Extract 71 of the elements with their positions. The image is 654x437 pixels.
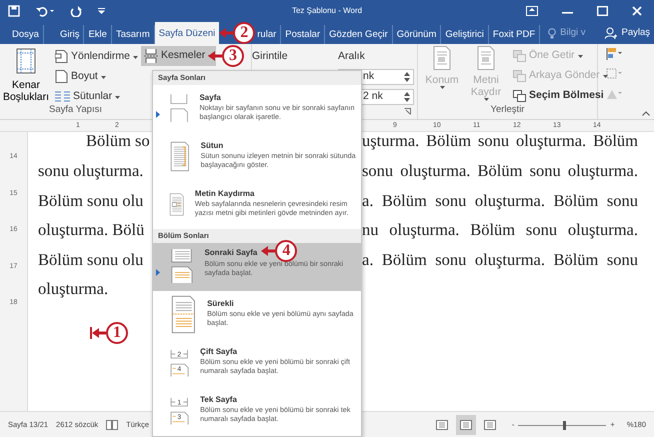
- window-title: Tez Şablonu - Word: [292, 5, 362, 17]
- spacing-label: Aralık: [338, 49, 366, 64]
- layer-icon: [513, 70, 526, 82]
- spin-arrows-icon[interactable]: [404, 72, 410, 82]
- breaks-button[interactable]: Kesmeler: [140, 46, 216, 66]
- callout-number: 4: [275, 240, 298, 262]
- spin-arrows-icon[interactable]: [404, 92, 410, 102]
- layer-icon: [513, 90, 526, 102]
- caret-icon: [100, 76, 106, 78]
- menu-item-title: Tek Sayfa: [200, 395, 237, 405]
- menu-item-title: Çift Sayfa: [200, 347, 238, 357]
- customize-icon[interactable]: [98, 8, 105, 14]
- breaks-icon: [144, 49, 158, 63]
- lightbulb-icon: [548, 28, 556, 39]
- page-icon: [55, 70, 68, 84]
- caret-icon: [115, 96, 120, 98]
- document-text: nu oluşturma. Bölüm sonu oluşturma.: [362, 219, 638, 241]
- menu-item-title: Sonraki Sayfa: [204, 248, 258, 258]
- share-button[interactable]: Paylaş: [621, 26, 650, 40]
- pointer-arrow: [92, 328, 106, 338]
- redo-icon[interactable]: [70, 5, 82, 17]
- align-icon[interactable]: [606, 48, 622, 60]
- collapse-icon[interactable]: [642, 111, 650, 116]
- close-icon[interactable]: [632, 6, 642, 16]
- indent-label: Girintile: [252, 49, 289, 64]
- menu-item-title: Sürekli: [207, 299, 234, 309]
- menu-item-title: Metin Kaydırma: [194, 189, 254, 199]
- save-icon[interactable]: [8, 5, 20, 17]
- document-text: sonu oluşturma.: [38, 160, 144, 182]
- caret-icon: [484, 98, 488, 101]
- columns-icon: [55, 91, 70, 103]
- document-text: a. Bölüm sonu oluşturma. Bölüm sonu: [362, 190, 638, 212]
- orientation-button[interactable]: Yönlendirme: [52, 47, 141, 67]
- slider-thumb[interactable]: [562, 420, 566, 430]
- caret-icon: [440, 86, 444, 89]
- margins-icon: [16, 48, 36, 74]
- document-text: Bölüm sonu olu: [38, 190, 144, 212]
- caret-icon: [602, 74, 608, 78]
- person-icon: [605, 27, 618, 40]
- layer-icon: [513, 50, 526, 62]
- caret-icon: [578, 54, 583, 58]
- zoom-slider[interactable]: [518, 420, 606, 430]
- ribbon-tab[interactable]: Sayfa Düzeni: [154, 22, 220, 44]
- callout-number: 1: [106, 322, 128, 344]
- caret-icon: [132, 56, 138, 58]
- menu-item-title: Sütun: [200, 141, 224, 151]
- text-cursor: [90, 326, 92, 338]
- document-text: a. Bölüm sonu oluşturma. Bölüm sonu: [362, 248, 638, 270]
- print-layout-icon: [460, 420, 472, 430]
- web-layout-icon: [484, 420, 496, 430]
- document-text: sonu oluşturma. Bölüm sonu oluşturma.: [362, 160, 638, 182]
- document-text: oluşturma. Bölü: [38, 219, 144, 241]
- dialog-launcher-icon[interactable]: [404, 108, 411, 115]
- read-mode-icon: [436, 420, 448, 430]
- menu-item-title: Sayfa: [199, 93, 221, 103]
- pointer-arrow: [219, 28, 234, 38]
- pointer-arrow: [208, 51, 222, 61]
- pointer-arrow: [261, 246, 276, 256]
- ribbon-display-icon[interactable]: [526, 6, 538, 16]
- document-text: Bölüm sonu olu: [38, 248, 144, 270]
- proofing-icon[interactable]: [106, 420, 118, 430]
- size-button[interactable]: Boyut: [52, 67, 141, 87]
- document-text: Bölüm so: [86, 132, 150, 149]
- group-label: Sayfa Yapısı: [49, 102, 102, 117]
- undo-icon[interactable]: [36, 5, 54, 17]
- maximize-icon[interactable]: [597, 6, 608, 16]
- page-icon: [55, 50, 68, 64]
- view-button[interactable]: [456, 415, 476, 435]
- callout-number: 2: [233, 22, 256, 44]
- document-text: oluşturma.: [38, 278, 108, 300]
- document-text: uşturma. Bölüm sonu oluşturma. Bölüm: [362, 132, 638, 149]
